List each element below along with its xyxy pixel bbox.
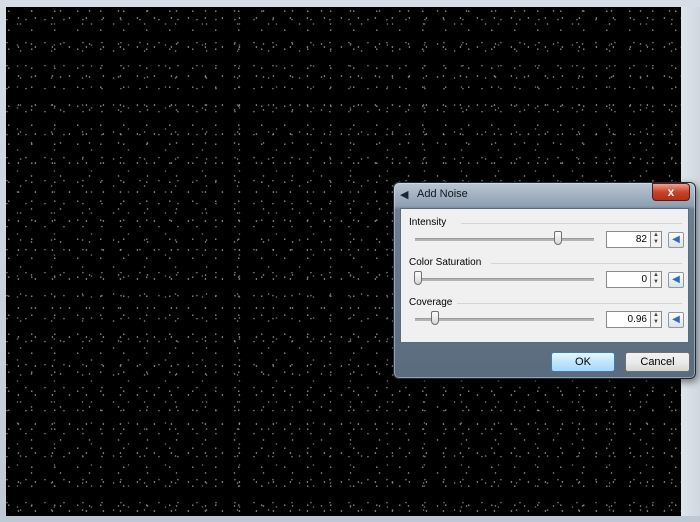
divider <box>491 263 682 264</box>
close-button[interactable]: x <box>652 183 690 201</box>
color-saturation-spinner[interactable]: ▲ ▼ <box>651 271 662 288</box>
ok-button[interactable]: OK <box>551 352 615 372</box>
spin-down-icon[interactable]: ▼ <box>651 319 661 326</box>
coverage-reset-button[interactable]: ◀ <box>668 312 684 328</box>
intensity-slider-thumb[interactable] <box>554 231 563 245</box>
divider <box>457 303 682 304</box>
color-saturation-label: Color Saturation <box>409 257 482 268</box>
spin-up-icon[interactable]: ▲ <box>651 272 661 279</box>
coverage-input[interactable]: 0.96 <box>606 311 651 328</box>
intensity-input[interactable]: 82 <box>606 231 651 248</box>
reset-arrow-icon: ◀ <box>672 274 680 285</box>
coverage-label: Coverage <box>409 297 453 308</box>
color-saturation-slider-track[interactable] <box>415 278 594 281</box>
color-saturation-slider-thumb[interactable] <box>414 271 422 285</box>
coverage-slider-thumb[interactable] <box>431 311 440 325</box>
dialog-title: Add Noise <box>417 188 468 200</box>
add-noise-dialog: ◀ Add Noise x Intensity 82 ▲ ▼ ◀ Color S… <box>393 182 696 379</box>
spin-up-icon[interactable]: ▲ <box>651 312 661 319</box>
cancel-button[interactable]: Cancel <box>625 352 690 372</box>
color-saturation-reset-button[interactable]: ◀ <box>668 272 684 288</box>
speaker-icon: ◀ <box>400 189 409 201</box>
intensity-spinner[interactable]: ▲ ▼ <box>651 231 662 248</box>
dialog-client: Intensity 82 ▲ ▼ ◀ Color Saturation 0 ▲ … <box>400 208 689 343</box>
coverage-slider-track[interactable] <box>415 318 594 321</box>
reset-arrow-icon: ◀ <box>672 314 680 325</box>
intensity-slider-track[interactable] <box>415 238 594 241</box>
intensity-label: Intensity <box>409 217 447 228</box>
spin-down-icon[interactable]: ▼ <box>651 279 661 286</box>
intensity-reset-button[interactable]: ◀ <box>668 232 684 248</box>
color-saturation-input[interactable]: 0 <box>606 271 651 288</box>
divider <box>461 223 682 224</box>
reset-arrow-icon: ◀ <box>672 234 680 245</box>
spin-down-icon[interactable]: ▼ <box>651 239 661 246</box>
spin-up-icon[interactable]: ▲ <box>651 232 661 239</box>
coverage-spinner[interactable]: ▲ ▼ <box>651 311 662 328</box>
